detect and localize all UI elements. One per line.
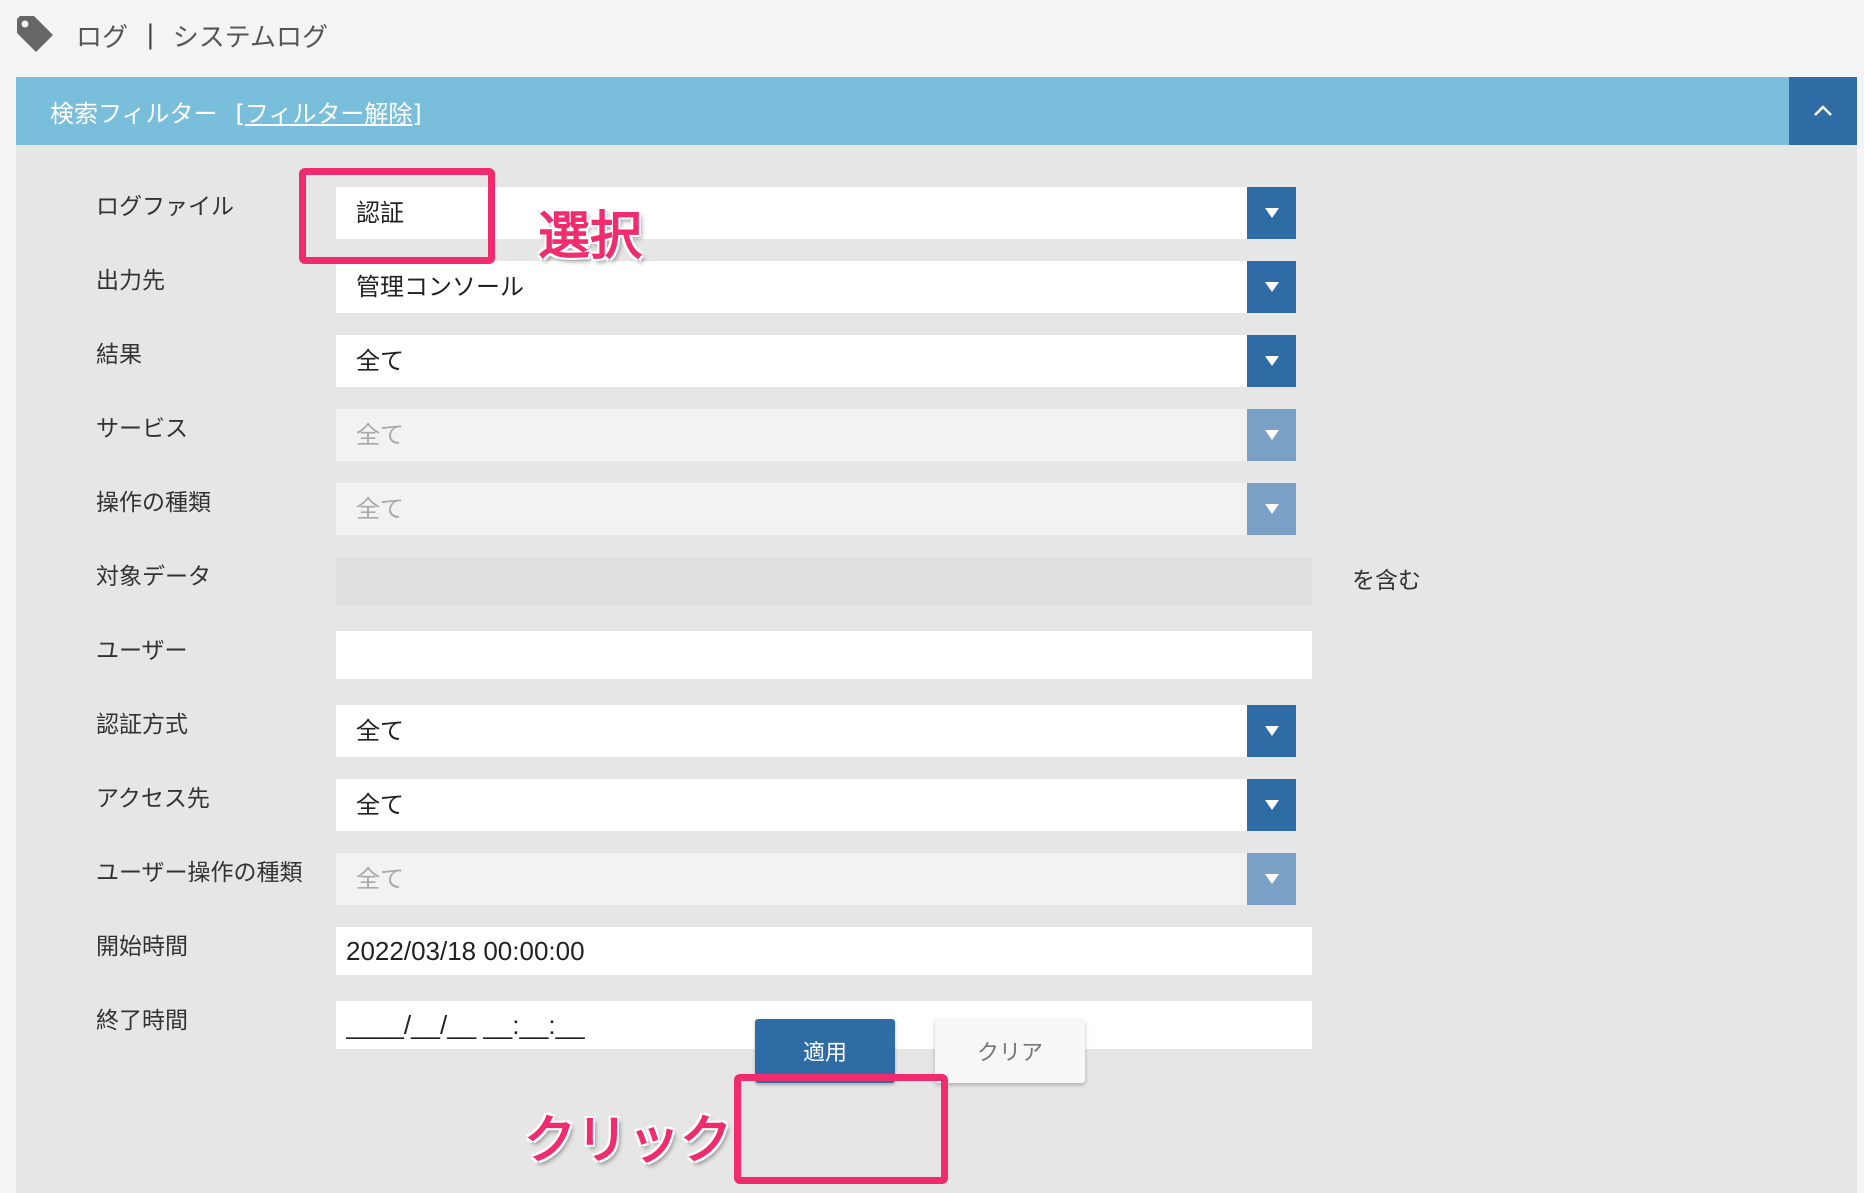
output-value: 管理コンソール xyxy=(356,273,524,301)
dropdown-arrow-icon xyxy=(1247,483,1296,535)
row-log-file: ログファイル 認証 xyxy=(16,187,1857,239)
output-label: 出力先 xyxy=(96,268,165,294)
row-service: サービス 全て xyxy=(16,409,1857,461)
row-auth-method: 認証方式 全て xyxy=(16,705,1857,757)
dropdown-arrow-icon xyxy=(1247,409,1296,461)
result-value: 全て xyxy=(356,347,404,375)
log-file-select[interactable]: 認証 xyxy=(336,187,1296,239)
breadcrumb-separator: | xyxy=(146,20,155,50)
row-start-time: 開始時間 xyxy=(16,927,1857,979)
user-operation-type-value: 全て xyxy=(356,865,404,893)
filter-panel-header: 検索フィルター [フィルター解除] xyxy=(16,77,1857,145)
result-label: 結果 xyxy=(96,342,142,368)
service-value: 全て xyxy=(356,421,404,449)
filter-clear-link[interactable]: [フィルター解除] xyxy=(236,94,422,129)
target-data-label: 対象データ xyxy=(96,564,211,590)
breadcrumb: ログ | システムログ xyxy=(14,12,328,58)
service-label: サービス xyxy=(96,416,188,442)
dropdown-arrow-icon xyxy=(1247,779,1296,831)
dropdown-arrow-icon xyxy=(1247,187,1296,239)
filter-panel-title: 検索フィルター xyxy=(50,99,218,128)
row-user: ユーザー xyxy=(16,631,1857,683)
row-user-operation-type: ユーザー操作の種類 全て xyxy=(16,853,1857,905)
tag-icon xyxy=(14,13,58,57)
operation-type-select: 全て xyxy=(336,483,1296,535)
access-target-value: 全て xyxy=(356,791,404,819)
operation-type-label: 操作の種類 xyxy=(96,490,211,516)
user-input[interactable] xyxy=(336,631,1312,679)
start-time-input[interactable] xyxy=(336,927,1312,975)
operation-type-value: 全て xyxy=(356,495,404,523)
row-access-target: アクセス先 全て xyxy=(16,779,1857,831)
dropdown-arrow-icon xyxy=(1247,261,1296,313)
user-operation-type-label: ユーザー操作の種類 xyxy=(96,860,303,886)
service-select: 全て xyxy=(336,409,1296,461)
end-time-label: 終了時間 xyxy=(96,1008,188,1034)
apply-button[interactable]: 適用 xyxy=(755,1019,895,1083)
auth-method-select[interactable]: 全て xyxy=(336,705,1296,757)
target-data-input xyxy=(336,557,1312,605)
row-output: 出力先 管理コンソール xyxy=(16,261,1857,313)
row-result: 結果 全て xyxy=(16,335,1857,387)
dropdown-arrow-icon xyxy=(1247,705,1296,757)
breadcrumb-page: システムログ xyxy=(172,22,329,53)
row-target-data: 対象データ を含む xyxy=(16,557,1857,609)
user-label: ユーザー xyxy=(96,638,188,664)
dropdown-arrow-icon xyxy=(1247,853,1296,905)
clear-button[interactable]: クリア xyxy=(935,1019,1085,1083)
auth-method-label: 認証方式 xyxy=(96,712,188,738)
dropdown-arrow-icon xyxy=(1247,335,1296,387)
breadcrumb-section[interactable]: ログ xyxy=(76,17,128,54)
target-data-suffix: を含む xyxy=(1352,568,1421,594)
auth-method-value: 全て xyxy=(356,717,404,745)
start-time-label: 開始時間 xyxy=(96,934,188,960)
user-operation-type-select: 全て xyxy=(336,853,1296,905)
access-target-select[interactable]: 全て xyxy=(336,779,1296,831)
output-select[interactable]: 管理コンソール xyxy=(336,261,1296,313)
row-operation-type: 操作の種類 全て xyxy=(16,483,1857,535)
chevron-up-icon xyxy=(1814,105,1832,116)
access-target-label: アクセス先 xyxy=(96,786,210,812)
collapse-button[interactable] xyxy=(1789,77,1857,145)
result-select[interactable]: 全て xyxy=(336,335,1296,387)
log-file-label: ログファイル xyxy=(96,194,234,220)
log-file-value: 認証 xyxy=(356,199,404,227)
